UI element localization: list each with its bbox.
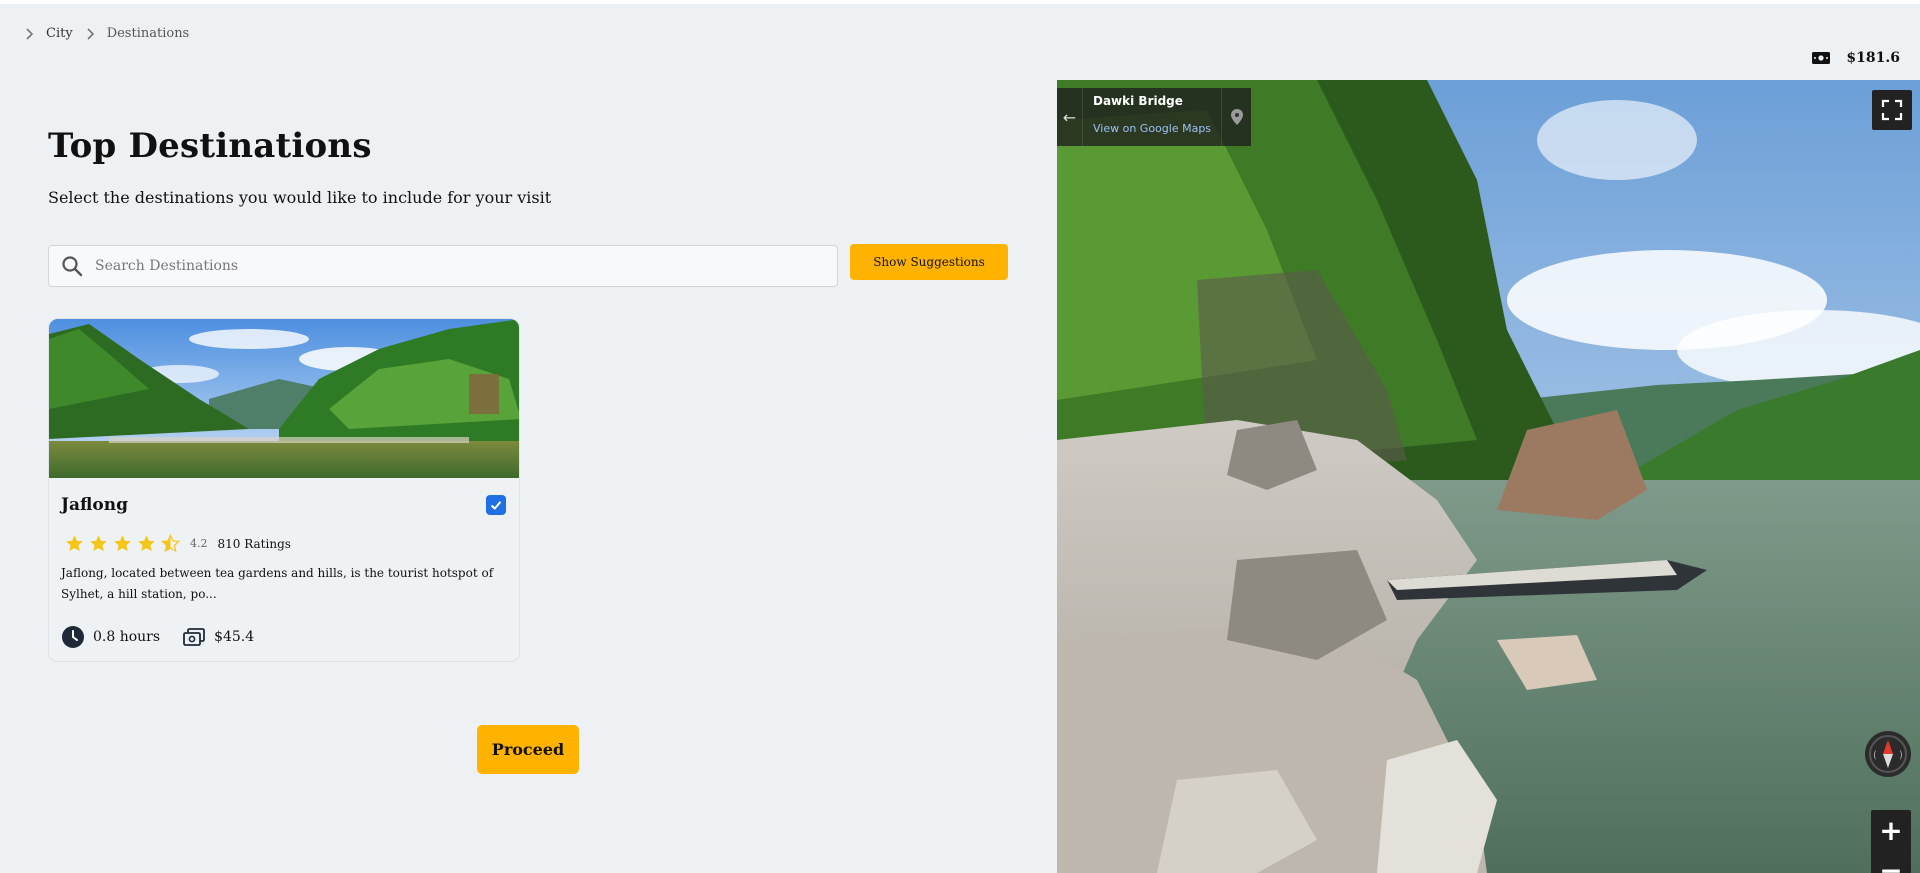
breadcrumb-item-destinations[interactable]: Destinations — [107, 26, 190, 41]
breadcrumb: City Destinations — [22, 26, 189, 41]
search-input[interactable] — [95, 258, 795, 274]
ratings-count: 810 Ratings — [217, 536, 291, 551]
star-icon — [90, 535, 107, 552]
money-icon — [183, 628, 205, 646]
page-title: Top Destinations — [48, 126, 372, 166]
compass-icon: () — [1869, 735, 1907, 773]
destination-meta: 0.8 hours $45.4 — [61, 625, 276, 649]
back-arrow-icon[interactable]: ← — [1057, 88, 1083, 146]
star-rating — [65, 534, 180, 553]
zoom-in-button[interactable]: + — [1871, 810, 1911, 850]
show-suggestions-button[interactable]: Show Suggestions — [850, 244, 1008, 280]
destination-name: Jaflong — [61, 495, 129, 515]
compass-button[interactable]: () — [1865, 731, 1911, 777]
destination-select-checkbox[interactable] — [486, 495, 506, 515]
page-subtitle: Select the destinations you would like t… — [48, 188, 552, 207]
search-icon — [62, 256, 83, 277]
duration: 0.8 hours — [61, 625, 160, 649]
chevron-right-icon — [26, 27, 34, 40]
fullscreen-button[interactable] — [1872, 90, 1912, 130]
street-view-image[interactable] — [1057, 80, 1920, 873]
street-view-info-box: ← Dawki Bridge View on Google Maps — [1057, 88, 1252, 146]
money-icon — [1812, 52, 1831, 64]
zoom-controls: + − — [1871, 810, 1911, 873]
map-pin-icon — [1221, 88, 1251, 146]
breadcrumb-item-city[interactable]: City — [46, 26, 73, 41]
search-box[interactable] — [48, 245, 838, 287]
star-half-icon — [161, 534, 180, 553]
fullscreen-icon — [1881, 99, 1903, 121]
top-bar — [0, 0, 1920, 4]
star-icon — [66, 535, 83, 552]
svg-text:(: ( — [1873, 750, 1877, 761]
cost: $45.4 — [182, 625, 254, 649]
check-icon — [490, 501, 502, 510]
destination-description: Jaflong, located between tea gardens and… — [61, 566, 494, 601]
street-view-text: Dawki Bridge View on Google Maps — [1083, 88, 1221, 146]
rating-value: 4.2 — [190, 537, 208, 550]
zoom-out-button[interactable]: − — [1871, 850, 1911, 873]
duration-value: 0.8 hours — [93, 629, 161, 645]
cost-value: $45.4 — [214, 629, 255, 645]
star-icon — [138, 535, 155, 552]
chevron-right-icon — [87, 27, 94, 40]
rating-row: 4.2 810 Ratings — [65, 534, 291, 553]
budget-amount: $181.6 — [1846, 50, 1900, 66]
budget-display: $181.6 — [1812, 50, 1900, 66]
destination-card[interactable]: Jaflong 4.2 810 Ratings Jaflong, located… — [48, 318, 520, 662]
svg-text:): ) — [1899, 750, 1903, 761]
star-icon — [114, 535, 131, 552]
view-on-google-maps-link[interactable]: View on Google Maps — [1093, 122, 1211, 135]
street-view-place-name: Dawki Bridge — [1093, 94, 1183, 108]
street-view-panel[interactable]: ← Dawki Bridge View on Google Maps () + … — [1057, 80, 1920, 873]
clock-icon — [62, 626, 84, 648]
proceed-button[interactable]: Proceed — [477, 725, 579, 774]
destination-image — [49, 319, 519, 478]
